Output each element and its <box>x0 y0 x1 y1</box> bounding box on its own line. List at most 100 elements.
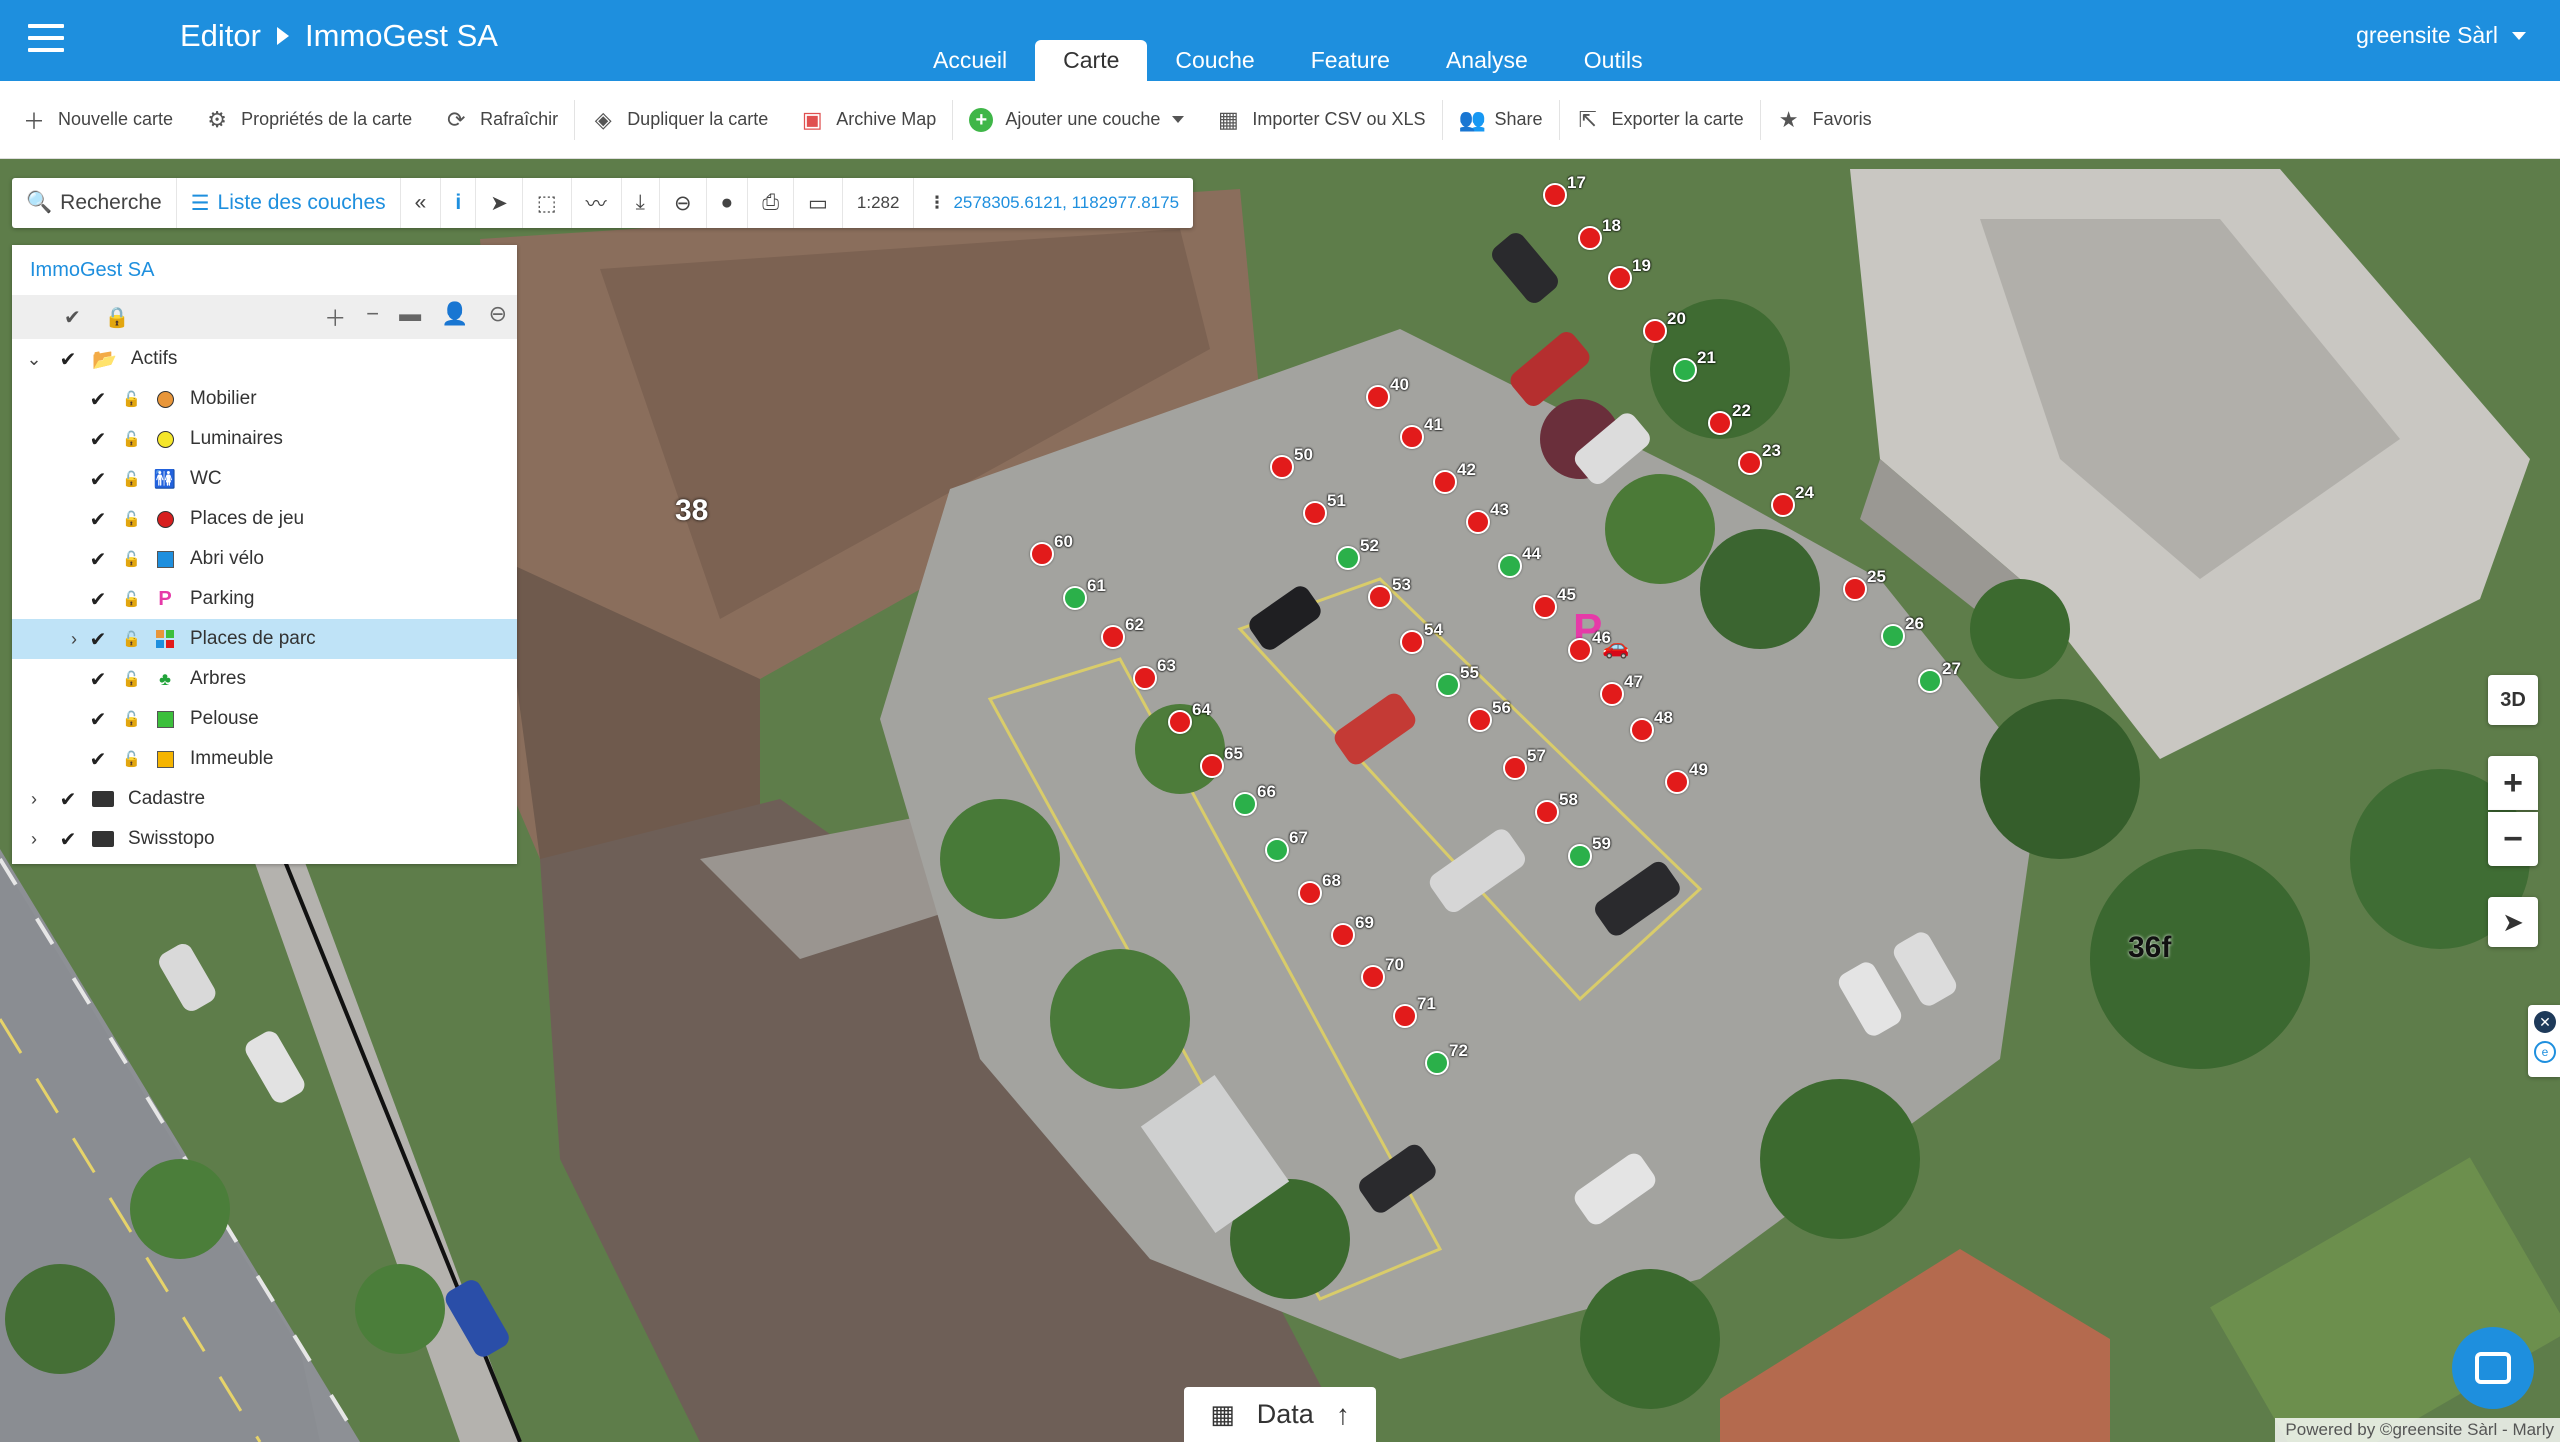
parking-spot-marker[interactable]: 71 <box>1393 994 1436 1028</box>
refresh-button[interactable]: ⟳ Rafraîchir <box>428 99 576 140</box>
tab-carte[interactable]: Carte <box>1035 40 1148 81</box>
checkmark-icon[interactable]: ✔ <box>88 747 108 772</box>
add-layer-button[interactable]: + Ajouter une couche <box>953 81 1200 159</box>
parking-spot-marker[interactable]: 17 <box>1543 173 1586 207</box>
parking-spot-marker[interactable]: 57 <box>1503 746 1546 780</box>
unlock-icon[interactable]: 🔓 <box>122 470 141 488</box>
parking-spot-marker[interactable]: 50 <box>1270 445 1313 479</box>
measure-icon[interactable]: 〰 <box>572 178 622 228</box>
tab-accueil[interactable]: Accueil <box>905 40 1035 81</box>
scalebar-icon[interactable]: ▭ <box>794 178 843 228</box>
layer-row[interactable]: ✔ 🔓 ♣ Arbres <box>12 659 517 699</box>
parking-spot-marker[interactable]: 60 <box>1030 532 1073 566</box>
chat-button[interactable] <box>2452 1327 2534 1409</box>
parking-spot-marker[interactable]: 72 <box>1425 1041 1468 1075</box>
favorites-button[interactable]: ★ Favoris <box>1761 81 1888 159</box>
parking-spot-marker[interactable]: 25 <box>1843 567 1886 601</box>
import-csv-button[interactable]: ▦ Importer CSV ou XLS <box>1200 99 1443 140</box>
new-map-button[interactable]: ＋ Nouvelle carte <box>6 81 189 159</box>
checkmark-icon[interactable]: ✔ <box>88 507 108 532</box>
layer-group-cadastre[interactable]: › ✔ Cadastre <box>12 779 517 819</box>
parking-spot-marker[interactable]: 22 <box>1708 401 1751 435</box>
parking-spot-marker[interactable]: 20 <box>1643 309 1686 343</box>
parking-spot-marker[interactable]: 43 <box>1466 500 1509 534</box>
zoom-box-icon[interactable]: ⊖ <box>660 178 707 228</box>
lock-icon[interactable]: 🔒 <box>105 305 130 330</box>
scale-display[interactable]: 1:282 <box>843 178 915 228</box>
parking-spot-marker[interactable]: 56 <box>1468 698 1511 732</box>
hamburger-menu-icon[interactable] <box>28 24 64 52</box>
parking-spot-marker[interactable]: 49 <box>1665 760 1708 794</box>
checkmark-icon[interactable]: ✔ <box>58 347 78 372</box>
print-icon[interactable]: ⎙ <box>748 178 795 228</box>
parking-spot-marker[interactable]: 67 <box>1265 828 1308 862</box>
tab-analyse[interactable]: Analyse <box>1418 40 1556 81</box>
unlock-icon[interactable]: 🔓 <box>122 390 141 408</box>
box-select-icon[interactable]: ⬚ <box>523 178 572 228</box>
unlock-icon[interactable]: 🔓 <box>122 590 141 608</box>
checkmark-icon[interactable]: ✔ <box>88 427 108 452</box>
parking-spot-marker[interactable]: 18 <box>1578 216 1621 250</box>
layer-row[interactable]: ✔ 🔓 Abri vélo <box>12 539 517 579</box>
layer-row[interactable]: ✔ 🔓 P Parking <box>12 579 517 619</box>
collapse-icon[interactable]: « <box>401 178 442 228</box>
parking-spot-marker[interactable]: 44 <box>1498 544 1541 578</box>
chevron-right-icon[interactable]: › <box>24 829 44 850</box>
unlock-icon[interactable]: 🔓 <box>122 670 141 688</box>
close-circle-icon[interactable]: ✕ <box>2534 1011 2556 1033</box>
parking-spot-marker[interactable]: 45 <box>1533 585 1576 619</box>
expand-icon[interactable]: e <box>2534 1041 2556 1063</box>
parking-spot-marker[interactable]: 48 <box>1630 708 1673 742</box>
layer-row[interactable]: ✔ 🔓 🚻 WC <box>12 459 517 499</box>
layer-row[interactable]: ✔ 🔓 Pelouse <box>12 699 517 739</box>
tab-outils[interactable]: Outils <box>1556 40 1671 81</box>
layer-row[interactable]: › ✔ 🔓 Places de parc <box>12 619 517 659</box>
view-3d-button[interactable]: 3D <box>2488 675 2538 725</box>
checkmark-icon[interactable]: ✔ <box>58 827 78 852</box>
folder-icon[interactable]: ▬ <box>399 301 421 333</box>
parking-spot-marker[interactable]: 27 <box>1918 659 1961 693</box>
zoom-in-button[interactable]: + <box>2488 756 2538 810</box>
layer-row[interactable]: ✔ 🔓 Luminaires <box>12 419 517 459</box>
parking-spot-marker[interactable]: 64 <box>1168 700 1211 734</box>
checkmark-icon[interactable]: ✔ <box>88 587 108 612</box>
map-properties-button[interactable]: ⚙ Propriétés de la carte <box>189 81 428 159</box>
checkmark-icon[interactable]: ✔ <box>88 627 108 652</box>
parking-spot-marker[interactable]: 61 <box>1063 576 1106 610</box>
checkmark-icon[interactable]: ✔ <box>88 387 108 412</box>
parking-spot-marker[interactable]: 47 <box>1600 672 1643 706</box>
parking-spot-marker[interactable]: 52 <box>1336 536 1379 570</box>
side-tab[interactable]: ✕ e <box>2528 1005 2560 1077</box>
parking-spot-marker[interactable]: 69 <box>1331 913 1374 947</box>
export-map-button[interactable]: ⇱ Exporter la carte <box>1560 99 1761 140</box>
info-icon[interactable]: i <box>441 178 477 228</box>
parking-spot-marker[interactable]: 51 <box>1303 491 1346 525</box>
parking-spot-marker[interactable]: 54 <box>1400 620 1443 654</box>
tab-couche[interactable]: Couche <box>1147 40 1282 81</box>
parking-spot-marker[interactable]: 21 <box>1673 348 1716 382</box>
checkmark-icon[interactable]: ✔ <box>88 707 108 732</box>
checkmark-icon[interactable]: ✔ <box>88 547 108 572</box>
unlock-icon[interactable]: 🔓 <box>122 510 141 528</box>
zoom-layer-icon[interactable]: ⊖ <box>489 301 507 333</box>
parking-spot-marker[interactable]: 53 <box>1368 575 1411 609</box>
zoom-out-button[interactable]: − <box>2488 812 2538 866</box>
parking-spot-marker[interactable]: 55 <box>1436 663 1479 697</box>
add-layer-icon[interactable]: ＋ <box>324 301 346 333</box>
parking-spot-marker[interactable]: 66 <box>1233 782 1276 816</box>
layer-group-actifs[interactable]: ⌄ ✔ 📂 Actifs <box>12 339 517 379</box>
unlock-icon[interactable]: 🔓 <box>122 630 141 648</box>
parking-spot-marker[interactable]: 40 <box>1366 375 1409 409</box>
pointer-icon[interactable]: ➤ <box>476 178 523 228</box>
chevron-down-icon[interactable]: ⌄ <box>24 349 44 370</box>
breadcrumb-root[interactable]: Editor <box>180 18 261 54</box>
parking-spot-marker[interactable]: 68 <box>1298 871 1341 905</box>
layer-row[interactable]: ✔ 🔓 Immeuble <box>12 739 517 779</box>
parking-spot-marker[interactable]: 24 <box>1771 483 1814 517</box>
parking-spot-marker[interactable]: 41 <box>1400 415 1443 449</box>
parking-spot-marker[interactable]: 63 <box>1133 656 1176 690</box>
share-button[interactable]: 👥 Share <box>1443 99 1560 140</box>
parking-spot-marker[interactable]: 42 <box>1433 460 1476 494</box>
parking-spot-marker[interactable]: 62 <box>1101 615 1144 649</box>
remove-layer-icon[interactable]: − <box>366 301 379 333</box>
